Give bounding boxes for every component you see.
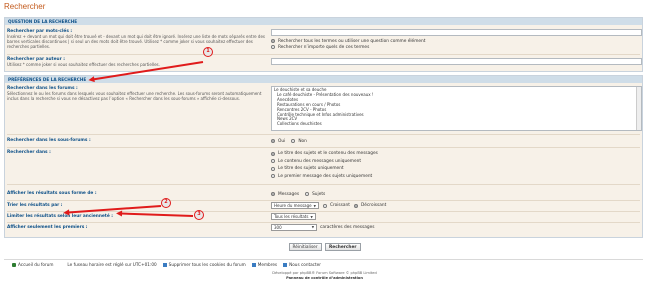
radio-selected-icon (271, 192, 275, 196)
trash-icon (162, 263, 167, 267)
subforums-yes[interactable]: Oui (271, 138, 285, 144)
annotation-badge-1: 1 (203, 47, 213, 57)
search-button[interactable]: Rechercher (324, 243, 361, 251)
display-label-block: Afficher les résultats sous forme de : (7, 191, 265, 196)
radio-selected-icon (271, 151, 275, 156)
keywords-explain: Insérez + devant un mot qui doit être tr… (7, 34, 265, 49)
searchin-label: Rechercher dans : (7, 150, 51, 155)
radio-empty-icon (291, 139, 296, 143)
display-topics[interactable]: Sujets (305, 191, 325, 197)
envelope-icon (283, 263, 288, 267)
chars-select[interactable]: 300 ▼ (271, 224, 317, 231)
listbox-scrollbar[interactable] (636, 87, 641, 130)
annotation-badge-2: 2 (161, 198, 171, 208)
divider (7, 211, 640, 212)
searchin-label-block: Rechercher dans : (7, 150, 265, 155)
forums-listbox[interactable]: Le deuchiste et sa deuche Le café deuchi… (271, 86, 642, 131)
searchin-group: Le titre des sujets et le contenu des me… (271, 150, 378, 180)
sort-group: Heure du message ▼ Croissant Décroissant (271, 202, 386, 209)
timezone-text: Le fuseau horaire est réglé sur UTC+01:0… (67, 262, 157, 267)
radio-empty-icon (305, 192, 310, 196)
search-query-header: QUESTION DE LA RECHERCHE (5, 18, 642, 25)
divider (7, 134, 640, 135)
chars-suffix: caractères des messages (320, 225, 375, 230)
keywords-mode-any[interactable]: Rechercher n’importe quels de ces termes (271, 44, 425, 50)
divider (7, 147, 640, 148)
divider (7, 200, 640, 201)
footer-credits: Développé par phpBB® Forum Software © ph… (0, 271, 649, 280)
radio-empty-icon (271, 166, 275, 171)
forum-option[interactable]: Collections deuchistes (274, 121, 639, 127)
divider (7, 54, 640, 55)
chars-group: 300 ▼ caractères des messages (271, 224, 375, 231)
forums-explain: Sélectionnez le ou les forums dans lesqu… (7, 91, 262, 101)
annotation-badge-3: 3 (194, 210, 204, 220)
subforums-label-block: Rechercher dans les sous-forums : (7, 138, 265, 143)
sort-by-select[interactable]: Heure du message ▼ (271, 202, 319, 209)
footer-members-link[interactable]: Membres (251, 262, 277, 267)
searchin-option-titles-and-posts[interactable]: Le titre des sujets et le contenu des me… (271, 150, 378, 158)
radio-selected-icon (271, 39, 275, 43)
searchin-option-posts[interactable]: Le contenu des messages uniquement (271, 158, 378, 166)
display-group: Messages Sujets (271, 191, 325, 197)
author-input[interactable] (271, 58, 642, 65)
radio-empty-icon (271, 174, 275, 179)
radio-empty-icon (271, 159, 275, 164)
arrow-head-icon (115, 209, 123, 217)
subforums-group: Oui Non (271, 138, 307, 144)
sort-ascending[interactable]: Croissant (322, 203, 350, 209)
home-icon (12, 263, 16, 267)
divider (7, 184, 640, 185)
keywords-mode-all[interactable]: Rechercher tous les termes ou utiliser u… (271, 38, 425, 44)
page-title: Rechercher (4, 2, 46, 11)
author-explain: Utilisez * comme joker si vous souhaitez… (7, 62, 160, 67)
search-prefs-panel: PRÉFÉRENCES DE LA RECHERCHE Rechercher d… (4, 75, 643, 238)
radio-empty-icon (271, 45, 275, 49)
subforums-no[interactable]: Non (291, 138, 307, 144)
radio-selected-icon (353, 203, 358, 208)
arrow-head-icon (87, 75, 95, 83)
admin-panel-link[interactable]: Panneau de contrôle d’administration (286, 276, 363, 280)
chars-label-block: Afficher seulement les premiers : (7, 225, 265, 230)
arrow-head-icon (63, 209, 70, 216)
chevron-down-icon: ▼ (313, 204, 316, 208)
age-select[interactable]: Tous les résultats ▼ (271, 213, 316, 220)
divider (7, 222, 640, 223)
searchin-option-titles[interactable]: Le titre des sujets uniquement (271, 165, 378, 173)
age-group: Tous les résultats ▼ (271, 213, 316, 220)
display-messages[interactable]: Messages (271, 191, 299, 197)
form-buttons: Réinitialiser Rechercher (0, 243, 649, 251)
keywords-label-block: Rechercher par mots-clés : Insérez + dev… (7, 29, 265, 49)
chevron-down-icon: ▼ (311, 225, 314, 229)
footer-contact-link[interactable]: Nous contacter (283, 262, 321, 267)
display-label: Afficher les résultats sous forme de : (7, 191, 97, 196)
reset-button[interactable]: Réinitialiser (288, 243, 322, 251)
sort-descending[interactable]: Décroissant (353, 203, 386, 209)
keywords-mode-group: Rechercher tous les termes ou utiliser u… (271, 38, 425, 50)
searchin-option-first-post[interactable]: Le premier message des sujets uniquement (271, 173, 378, 181)
keywords-input[interactable] (271, 29, 642, 36)
chevron-down-icon: ▼ (310, 215, 313, 219)
forums-label-block: Rechercher dans les forums : Sélectionne… (7, 86, 265, 101)
subforums-label: Rechercher dans les sous-forums : (7, 138, 91, 143)
members-icon (251, 263, 256, 267)
radio-empty-icon (322, 203, 327, 208)
chars-label: Afficher seulement les premiers : (7, 225, 88, 230)
radio-selected-icon (271, 139, 275, 143)
footer-home-link[interactable]: Accueil du forum (12, 262, 53, 267)
footer-cookies-link[interactable]: Supprimer tous les cookies du forum (162, 262, 246, 267)
search-query-panel: QUESTION DE LA RECHERCHE Rechercher par … (4, 17, 643, 72)
author-label-block: Rechercher par auteur : Utilisez * comme… (7, 57, 265, 67)
footer-navbar: Accueil du forum Le fuseau horaire est r… (4, 259, 643, 269)
